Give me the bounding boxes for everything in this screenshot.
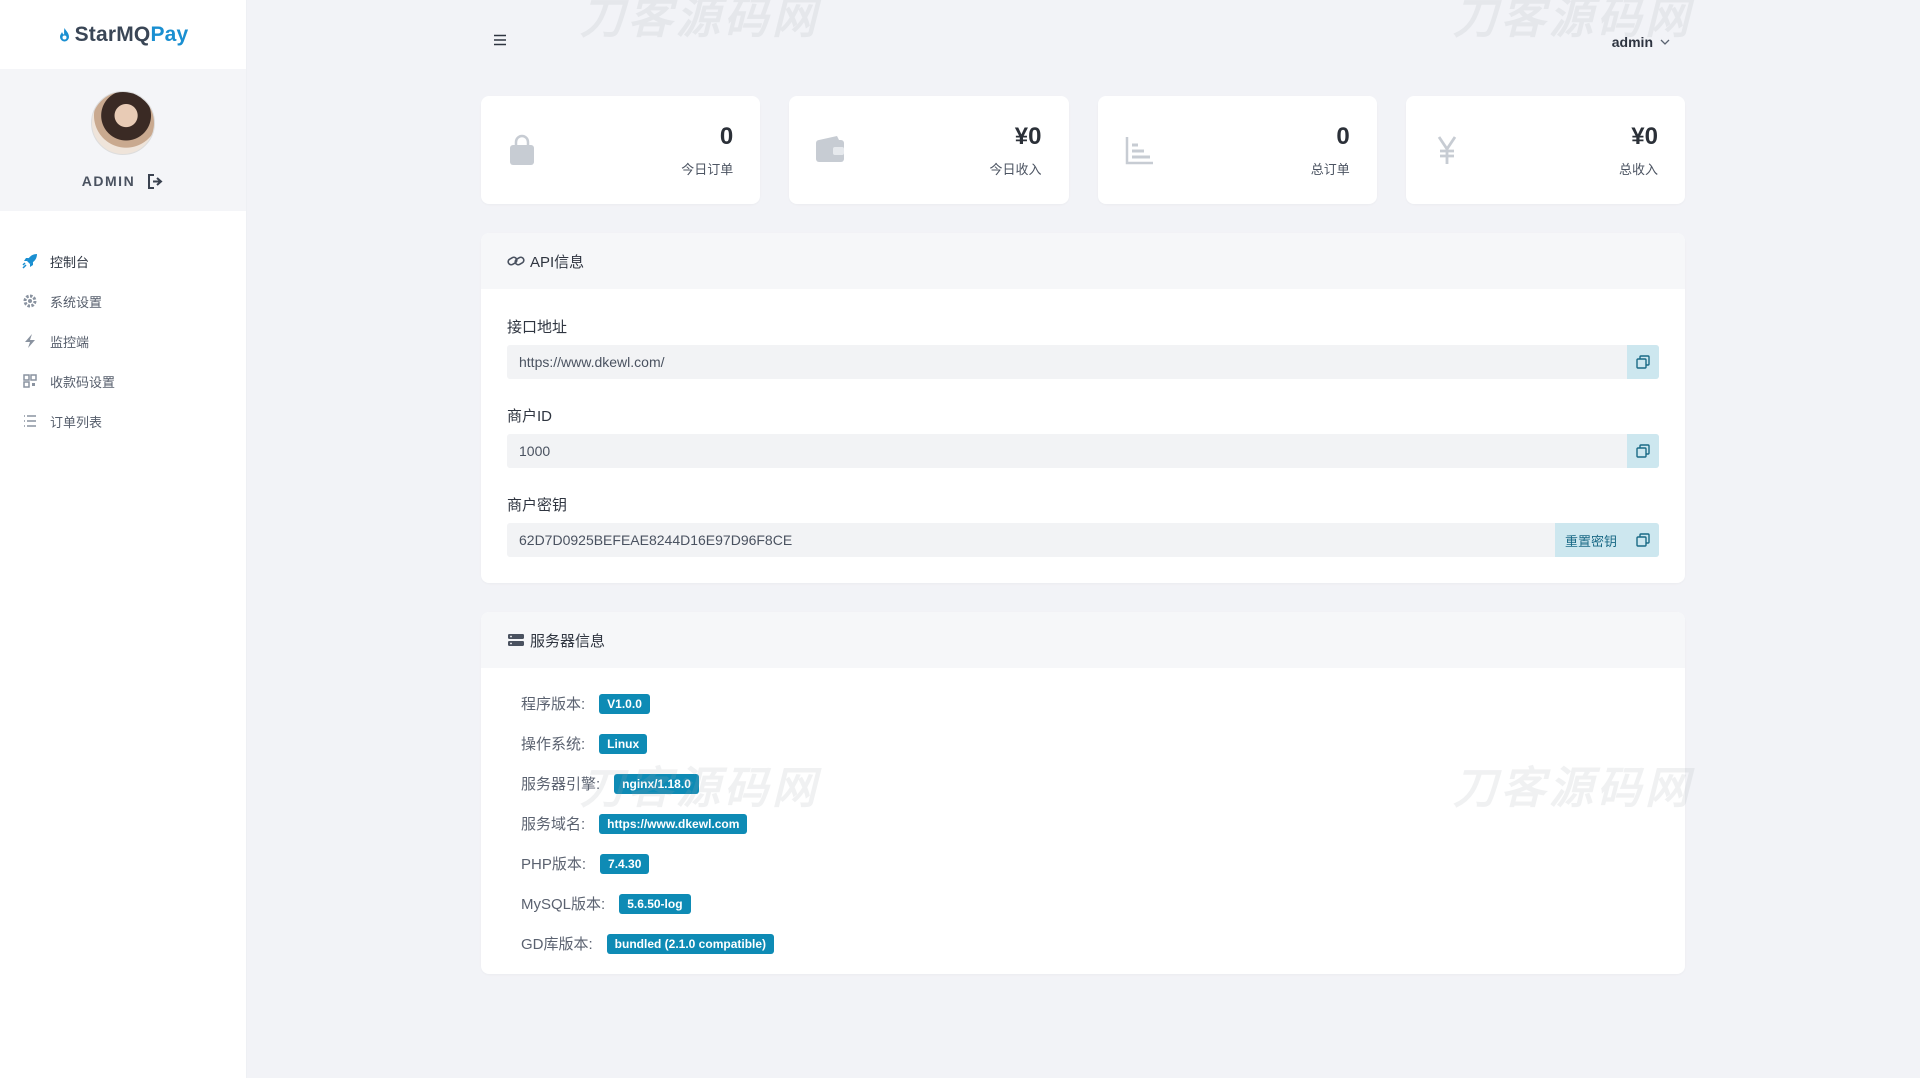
wallet-icon — [816, 136, 845, 162]
server-icon — [508, 634, 524, 646]
stat-card-total-income: ¥0 总收入 — [1405, 96, 1685, 204]
sidebar-nav: 控制台 系统设置 监控端 收款码设置 订单列表 — [0, 241, 246, 441]
merchant-id-label: 商户ID — [507, 408, 553, 425]
server-info-row: PHP版本: 7.4.30 — [521, 853, 650, 874]
link-icon — [507, 256, 525, 266]
stat-value: ¥0 — [1014, 123, 1042, 150]
info-label: 服务域名: — [521, 816, 586, 833]
chevron-down-icon — [1660, 39, 1670, 45]
api-url-label: 接口地址 — [507, 319, 568, 336]
brand-name-accent: Pay — [150, 22, 189, 46]
stat-label: 今日收入 — [989, 162, 1042, 177]
api-url-value[interactable]: https://www.dkewl.com/ — [507, 354, 1627, 370]
profile-name-row: ADMIN — [82, 173, 164, 189]
brand-logo[interactable]: StarMQ Pay — [0, 0, 246, 69]
info-badge: V1.0.0 — [599, 693, 650, 714]
server-info-row: MySQL版本: 5.6.50-log — [521, 893, 691, 914]
avatar[interactable] — [91, 91, 155, 155]
sidebar-item-label: 订单列表 — [50, 414, 103, 430]
reset-key-button[interactable]: 重置密钥 — [1554, 523, 1627, 557]
panel-title: API信息 — [530, 253, 585, 271]
info-badge: 7.4.30 — [600, 853, 650, 874]
server-info-row: GD库版本: bundled (2.1.0 compatible) — [521, 933, 775, 954]
menu-toggle-icon[interactable] — [493, 34, 507, 46]
bolt-icon — [25, 334, 35, 348]
info-badge: bundled (2.1.0 compatible) — [606, 933, 775, 954]
panel-title: 服务器信息 — [530, 632, 606, 650]
gear-icon — [23, 294, 37, 308]
stats-row: 0 今日订单 ¥0 今日收入 0 总订单 ¥0 总收入 — [481, 96, 1685, 204]
top-header: admin — [247, 0, 1920, 86]
stat-value: ¥0 — [1631, 123, 1658, 150]
chart-icon — [1125, 137, 1153, 165]
sidebar-item-settings[interactable]: 系统设置 — [0, 281, 246, 321]
sidebar-item-label: 监控端 — [50, 334, 90, 350]
copy-key-button[interactable] — [1627, 523, 1659, 557]
info-badge: 5.6.50-log — [619, 893, 691, 914]
sidebar-item-label: 收款码设置 — [50, 374, 116, 390]
bag-icon — [510, 134, 534, 165]
copy-icon — [1636, 533, 1650, 547]
info-badge: Linux — [599, 733, 648, 754]
server-info-row: 操作系统: Linux — [521, 733, 648, 754]
copy-merchant-id-button[interactable] — [1627, 434, 1659, 468]
merchant-key-label: 商户密钥 — [507, 497, 568, 514]
stat-label: 总收入 — [1618, 162, 1658, 177]
api-url-field[interactable]: https://www.dkewl.com/ — [507, 345, 1659, 379]
merchant-key-field[interactable]: 62D7D0925BEFEAE8244D16E97D96F8CE 重置密钥 — [507, 523, 1659, 557]
sidebar-item-label: 控制台 — [50, 254, 90, 270]
info-badge: https://www.dkewl.com — [599, 813, 748, 834]
merchant-id-value[interactable]: 1000 — [507, 443, 1627, 459]
user-menu-name: admin — [1611, 34, 1653, 50]
sidebar-item-monitor[interactable]: 监控端 — [0, 321, 246, 361]
info-badge: nginx/1.18.0 — [614, 773, 699, 794]
copy-url-button[interactable] — [1627, 345, 1659, 379]
api-info-panel: API信息 接口地址 https://www.dkewl.com/ 商户ID 1… — [481, 233, 1685, 583]
sidebar-item-dashboard[interactable]: 控制台 — [0, 241, 246, 281]
stat-value: 0 — [719, 123, 734, 150]
info-label: MySQL版本: — [521, 896, 606, 913]
info-label: PHP版本: — [521, 856, 587, 873]
stat-card-today-orders: 0 今日订单 — [481, 96, 761, 204]
panel-header: 服务器信息 — [481, 612, 1685, 668]
yen-icon — [1437, 136, 1456, 164]
flame-icon — [59, 27, 69, 41]
merchant-key-value[interactable]: 62D7D0925BEFEAE8244D16E97D96F8CE — [507, 532, 1555, 548]
rocket-icon — [22, 254, 37, 269]
panel-header: API信息 — [481, 233, 1685, 289]
list-icon — [24, 415, 36, 427]
stat-label: 总订单 — [1310, 162, 1350, 177]
logout-icon[interactable] — [147, 173, 164, 189]
server-info-row: 程序版本: V1.0.0 — [521, 693, 650, 714]
user-menu[interactable]: admin — [1612, 34, 1670, 50]
stat-card-total-orders: 0 总订单 — [1097, 96, 1377, 204]
info-label: GD库版本: — [521, 936, 593, 953]
stat-label: 今日订单 — [681, 162, 734, 177]
sidebar-item-label: 系统设置 — [50, 294, 103, 310]
copy-icon — [1636, 355, 1650, 369]
server-info-row: 服务域名: https://www.dkewl.com — [521, 813, 748, 834]
brand-name-main: StarMQ — [74, 22, 151, 46]
server-info-row: 服务器引擎: nginx/1.18.0 — [521, 773, 699, 794]
profile-panel: ADMIN — [0, 69, 246, 211]
sidebar-item-qrcode[interactable]: 收款码设置 — [0, 361, 246, 401]
server-info-panel: 服务器信息 程序版本: V1.0.0 操作系统: Linux 服务器引擎: nginx… — [481, 612, 1685, 974]
sidebar-item-orders[interactable]: 订单列表 — [0, 401, 246, 441]
stat-card-today-income: ¥0 今日收入 — [789, 96, 1069, 204]
profile-name: ADMIN — [81, 173, 136, 189]
qrcode-icon — [23, 374, 37, 388]
merchant-id-field[interactable]: 1000 — [507, 434, 1659, 468]
copy-icon — [1636, 444, 1650, 458]
stat-value: 0 — [1336, 123, 1350, 150]
info-label: 操作系统: — [521, 736, 586, 753]
sidebar: StarMQ Pay ADMIN 控制台 系统设置 监控端 收款码设置 订单列表 — [0, 0, 247, 1078]
info-label: 程序版本: — [521, 696, 586, 713]
info-label: 服务器引擎: — [521, 776, 601, 793]
